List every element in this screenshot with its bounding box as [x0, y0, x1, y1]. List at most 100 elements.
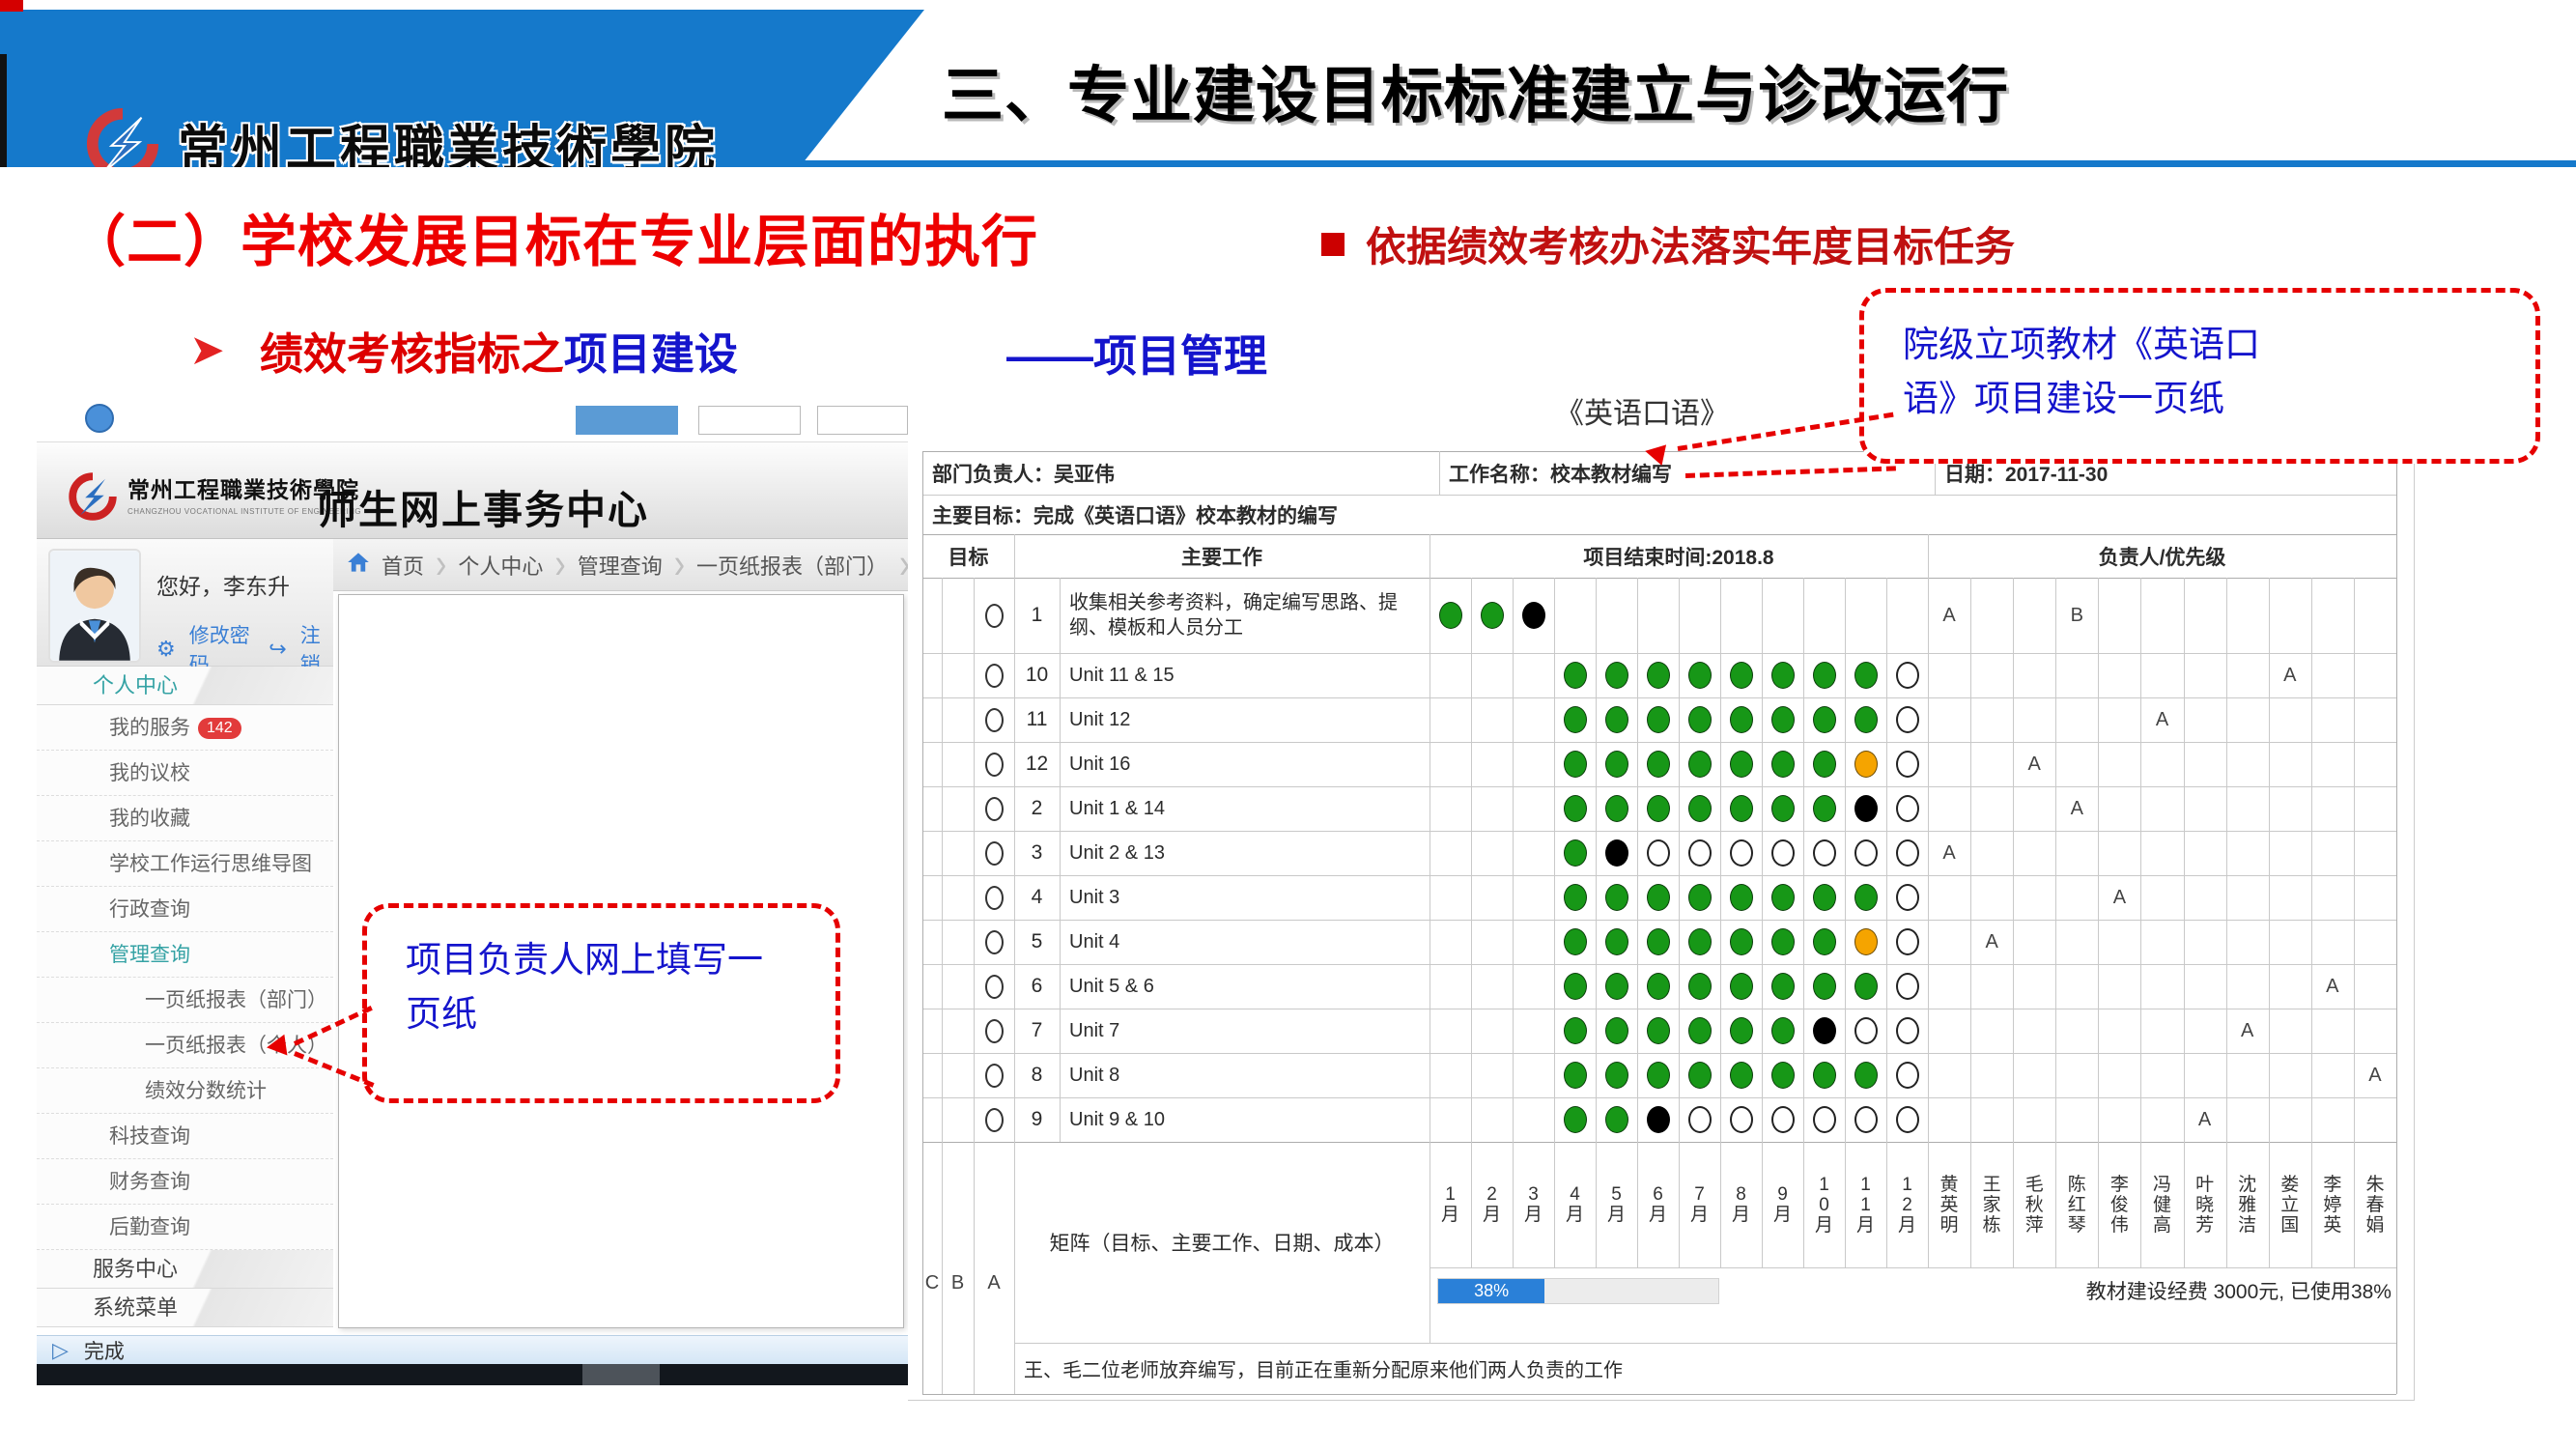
progress-bar: 38% [1437, 1278, 1719, 1304]
gantt-dot-g [1647, 928, 1670, 955]
gantt-dot-g [1730, 795, 1753, 822]
gantt-dot-h [1813, 1106, 1836, 1133]
table-border [922, 964, 2396, 965]
sub-bullet-red: 绩效考核指标之 [260, 319, 564, 382]
gantt-dot-g [1854, 706, 1878, 733]
browser-tab[interactable] [817, 406, 908, 435]
gantt-dot-g [1688, 928, 1712, 955]
owner-column-header: 负责人/优先级 [1928, 534, 2396, 578]
month-label: 1月 [1430, 1142, 1471, 1267]
table-border [922, 920, 2396, 921]
table-border [922, 578, 2396, 579]
month-label: 12月 [1886, 1142, 1928, 1267]
browser-tab-active[interactable] [576, 406, 678, 435]
browser-tab[interactable] [698, 406, 801, 435]
gantt-dot-g [1564, 1106, 1587, 1133]
gantt-dot-h [1730, 839, 1753, 867]
table-border [2055, 578, 2056, 1267]
callout-left-line1: 项目负责人网上填写一 [406, 933, 812, 987]
table-border [922, 495, 2396, 496]
gantt-dot-g [1854, 662, 1878, 689]
gantt-dot-h [1854, 1017, 1878, 1044]
sidebar-item-绩效分数统计[interactable]: 绩效分数统计 [37, 1068, 333, 1114]
teacher-name: 陈红琴 [2055, 1142, 2098, 1267]
goal-circle-marker[interactable] [985, 886, 1004, 910]
gear-icon: ⚙ [156, 637, 176, 662]
goal-circle-marker[interactable] [985, 841, 1004, 866]
school-name: 常州工程職業技術學院 [178, 108, 719, 181]
sidebar-menu: 个人中心我的服务142我的议校我的收藏学校工作运行思维导图行政查询管理查询一页纸… [37, 667, 333, 1327]
month-label: 7月 [1679, 1142, 1720, 1267]
task-number-cell: 7 [1014, 1009, 1060, 1053]
gantt-dot-h [1896, 928, 1919, 955]
teacher-name: 李俊伟 [2098, 1142, 2140, 1267]
goal-circle-marker[interactable] [985, 797, 1004, 821]
priority-letter: A [1928, 578, 1970, 653]
priority-letter: A [2140, 697, 2183, 742]
breadcrumb-item[interactable]: 管理查询 [578, 550, 663, 581]
goal-circle-marker[interactable] [985, 1108, 1004, 1132]
sidebar-item-管理查询[interactable]: 管理查询 [37, 932, 333, 978]
priority-letter: A [2098, 875, 2140, 920]
sidebar-item-财务查询[interactable]: 财务查询 [37, 1159, 333, 1205]
table-border [922, 1142, 2396, 1143]
gantt-dot-h [1896, 1062, 1919, 1089]
browser-button-icon[interactable] [85, 404, 114, 433]
gantt-dot-g [1771, 973, 1795, 1000]
gantt-dot-g [1605, 706, 1628, 733]
taskbar-segment [582, 1364, 660, 1385]
gantt-dot-h [1896, 751, 1919, 778]
gantt-dot-g [1813, 884, 1836, 911]
gantt-dot-h [1771, 1106, 1795, 1133]
gantt-dot-h [1896, 1017, 1919, 1044]
goal-circle-marker[interactable] [985, 664, 1004, 688]
task-number-cell: 9 [1014, 1097, 1060, 1142]
goal-circle-marker[interactable] [985, 930, 1004, 954]
goal-circle-marker[interactable] [985, 1019, 1004, 1043]
task-text-cell: Unit 12 [1069, 697, 1422, 742]
table-border [942, 578, 943, 1394]
gantt-dot-k [1854, 795, 1878, 822]
sidebar-section-个人中心[interactable]: 个人中心 [37, 667, 333, 705]
table-border [922, 831, 2396, 832]
sidebar-section-服务中心[interactable]: 服务中心 [37, 1250, 333, 1289]
breadcrumb-item[interactable]: 首页 [382, 550, 424, 581]
breadcrumb-item[interactable]: 个人中心 [458, 550, 543, 581]
gantt-dot-g [1771, 751, 1795, 778]
gantt-dot-g [1813, 1062, 1836, 1089]
sidebar-item-我的收藏[interactable]: 我的收藏 [37, 796, 333, 841]
gantt-dot-h [1688, 839, 1712, 867]
chevron-right-icon: › [436, 540, 446, 589]
header-banner: 常州工程職業技術學院 [0, 10, 924, 167]
gantt-dot-g [1771, 662, 1795, 689]
breadcrumb-item[interactable]: 一页纸报表（部门） [696, 550, 888, 581]
sidebar-section-系统菜单[interactable]: 系统菜单 [37, 1289, 333, 1327]
goal-column-header: 目标 [922, 534, 1014, 578]
sidebar-item-我的服务[interactable]: 我的服务142 [37, 705, 333, 751]
sidebar-item-一页纸报表（个人）[interactable]: 一页纸报表（个人） [37, 1023, 333, 1068]
sidebar-item-学校工作运行思维导图[interactable]: 学校工作运行思维导图 [37, 841, 333, 887]
status-bar: ▷ 完成 [37, 1335, 908, 1364]
task-number-cell: 3 [1014, 831, 1060, 875]
goal-circle-marker[interactable] [985, 604, 1004, 628]
goal-circle-marker[interactable] [985, 753, 1004, 777]
sidebar-item-一页纸报表（部门）[interactable]: 一页纸报表（部门） [37, 978, 333, 1023]
sidebar-item-科技查询[interactable]: 科技查询 [37, 1114, 333, 1159]
goal-circle-marker[interactable] [985, 1064, 1004, 1088]
goal-circle-marker[interactable] [985, 975, 1004, 999]
task-number-cell: 10 [1014, 653, 1060, 697]
teacher-name: 朱春娟 [2354, 1142, 2396, 1267]
sidebar-item-行政查询[interactable]: 行政查询 [37, 887, 333, 932]
goal-circle-marker[interactable] [985, 708, 1004, 732]
avatar [48, 549, 141, 663]
footer-note: 王、毛二位老师放弃编写，目前正在重新分配原来他们两人负责的工作 [1024, 1348, 2376, 1388]
task-text-cell: Unit 8 [1069, 1053, 1422, 1097]
gantt-dot-g [1854, 973, 1878, 1000]
gantt-dot-g [1688, 751, 1712, 778]
sidebar-item-后勤查询[interactable]: 后勤查询 [37, 1205, 333, 1250]
sidebar-item-我的议校[interactable]: 我的议校 [37, 751, 333, 796]
gantt-dot-g [1813, 928, 1836, 955]
gantt-dot-g [1688, 973, 1712, 1000]
gantt-dot-k [1605, 839, 1628, 867]
task-text-cell: Unit 16 [1069, 742, 1422, 786]
